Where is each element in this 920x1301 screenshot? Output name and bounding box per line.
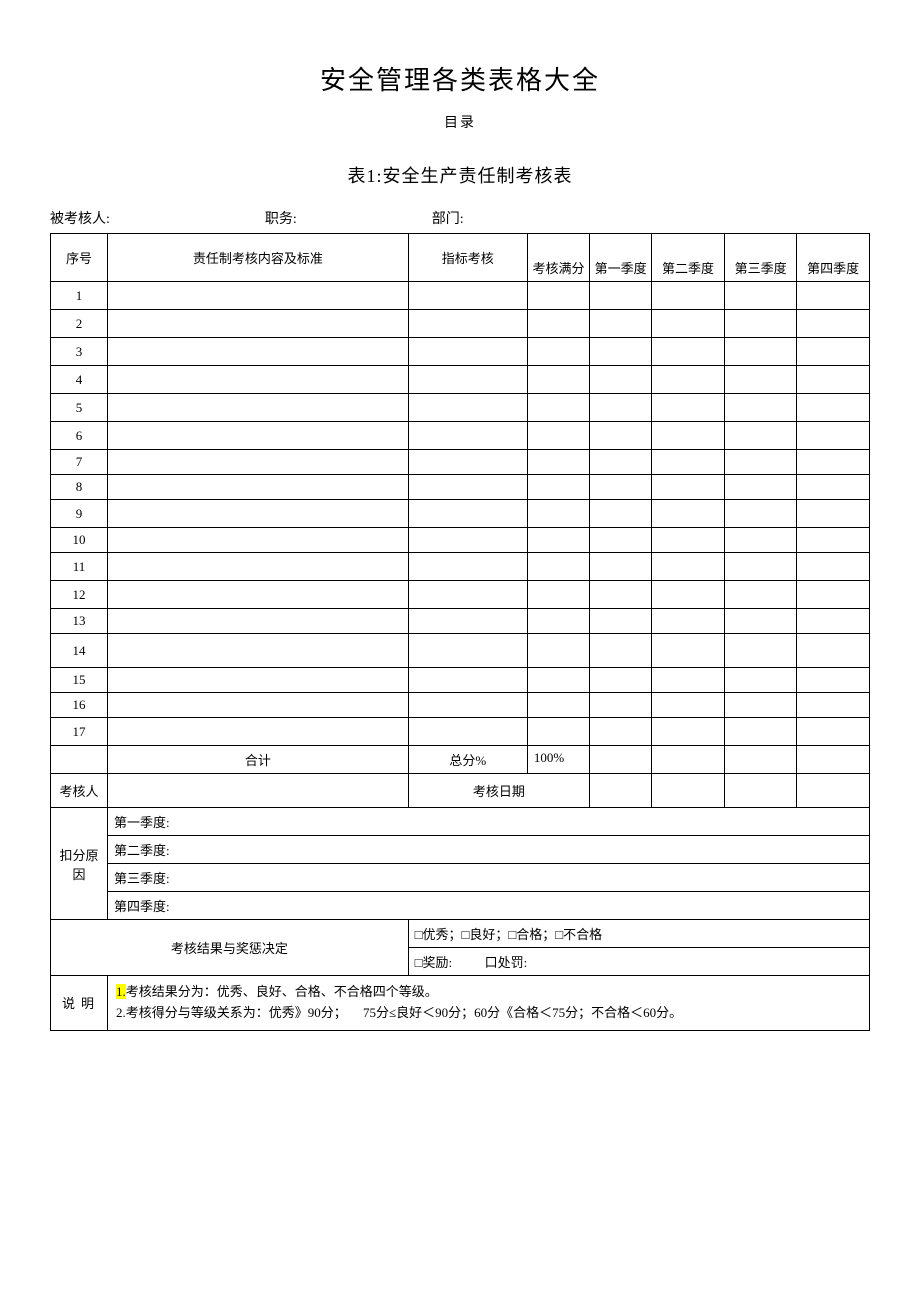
total-row: 合计 总分% 100% [51,746,870,774]
result-decision-label: 考核结果与奖惩决定 [51,920,409,976]
table-row: 1 [51,282,870,310]
table-row: 5 [51,394,870,422]
table-row: 3 [51,338,870,366]
row-seq: 12 [51,581,108,609]
total-label: 合计 [108,746,409,774]
assessment-table: 序号 责任制考核内容及标准 指标考核 考核满分 第一季度 第二季度 第三季度 第… [50,233,870,1031]
department-label: 部门: [432,208,464,228]
col-seq: 序号 [51,234,108,282]
row-seq: 6 [51,422,108,450]
notes-content: 1.考核结果分为：优秀、良好、合格、不合格四个等级。 2.考核得分与等级关系为：… [108,976,870,1031]
table-row: 6 [51,422,870,450]
deduct-reason-label: 扣分原因 [51,808,108,920]
row-seq: 1 [51,282,108,310]
table-row: 10 [51,528,870,553]
row-seq: 10 [51,528,108,553]
main-title: 安全管理各类表格大全 [50,60,870,97]
row-seq: 5 [51,394,108,422]
row-seq: 3 [51,338,108,366]
row-seq: 4 [51,366,108,394]
result-line2: □奖励: 口处罚: [408,948,869,976]
deduct-q1-row: 扣分原因 第一季度: [51,808,870,836]
table-row: 13 [51,609,870,634]
deduct-q4-row: 第四季度: [51,892,870,920]
deduct-q3: 第三季度: [108,864,870,892]
deduct-q4: 第四季度: [108,892,870,920]
table-row: 12 [51,581,870,609]
col-q1: 第一季度 [590,234,652,282]
deduct-q3-row: 第三季度: [51,864,870,892]
row-seq: 2 [51,310,108,338]
position-label: 职务: [265,208,297,228]
deduct-q1: 第一季度: [108,808,870,836]
table-header-row: 序号 责任制考核内容及标准 指标考核 考核满分 第一季度 第二季度 第三季度 第… [51,234,870,282]
table-row: 9 [51,500,870,528]
col-indicator: 指标考核 [408,234,527,282]
notes-label: 说明 [51,976,108,1031]
result-row-1: 考核结果与奖惩决定 □优秀；□良好；□合格；□不合格 [51,920,870,948]
assessor-label: 考核人 [51,774,108,808]
row-seq: 7 [51,450,108,475]
row-seq: 9 [51,500,108,528]
header-info-line: 被考核人: 职务: 部门: [50,208,870,228]
table-row: 17 [51,718,870,746]
table-row: 16 [51,693,870,718]
table-row: 4 [51,366,870,394]
result-line1: □优秀；□良好；□合格；□不合格 [408,920,869,948]
table-row: 2 [51,310,870,338]
deduct-q2: 第二季度: [108,836,870,864]
row-seq: 15 [51,668,108,693]
row-seq: 14 [51,634,108,668]
deduct-q2-row: 第二季度: [51,836,870,864]
total-score-label: 总分% [408,746,527,774]
row-seq: 8 [51,475,108,500]
col-q4: 第四季度 [797,234,870,282]
col-q2: 第二季度 [652,234,725,282]
assess-date-label: 考核日期 [408,774,589,808]
col-q3: 第三季度 [724,234,797,282]
assessor-row: 考核人 考核日期 [51,774,870,808]
table-row: 7 [51,450,870,475]
total-score-value: 100% [527,746,589,774]
assessee-label: 被考核人: [50,208,110,228]
table-row: 15 [51,668,870,693]
row-seq: 17 [51,718,108,746]
row-seq: 11 [51,553,108,581]
table-title: 表1:安全生产责任制考核表 [50,162,870,188]
sub-title: 目录 [50,112,870,132]
row-seq: 16 [51,693,108,718]
notes-row: 说明 1.考核结果分为：优秀、良好、合格、不合格四个等级。 2.考核得分与等级关… [51,976,870,1031]
col-content: 责任制考核内容及标准 [108,234,409,282]
table-row: 8 [51,475,870,500]
table-row: 11 [51,553,870,581]
table-row: 14 [51,634,870,668]
col-fullscore: 考核满分 [527,234,589,282]
row-seq: 13 [51,609,108,634]
